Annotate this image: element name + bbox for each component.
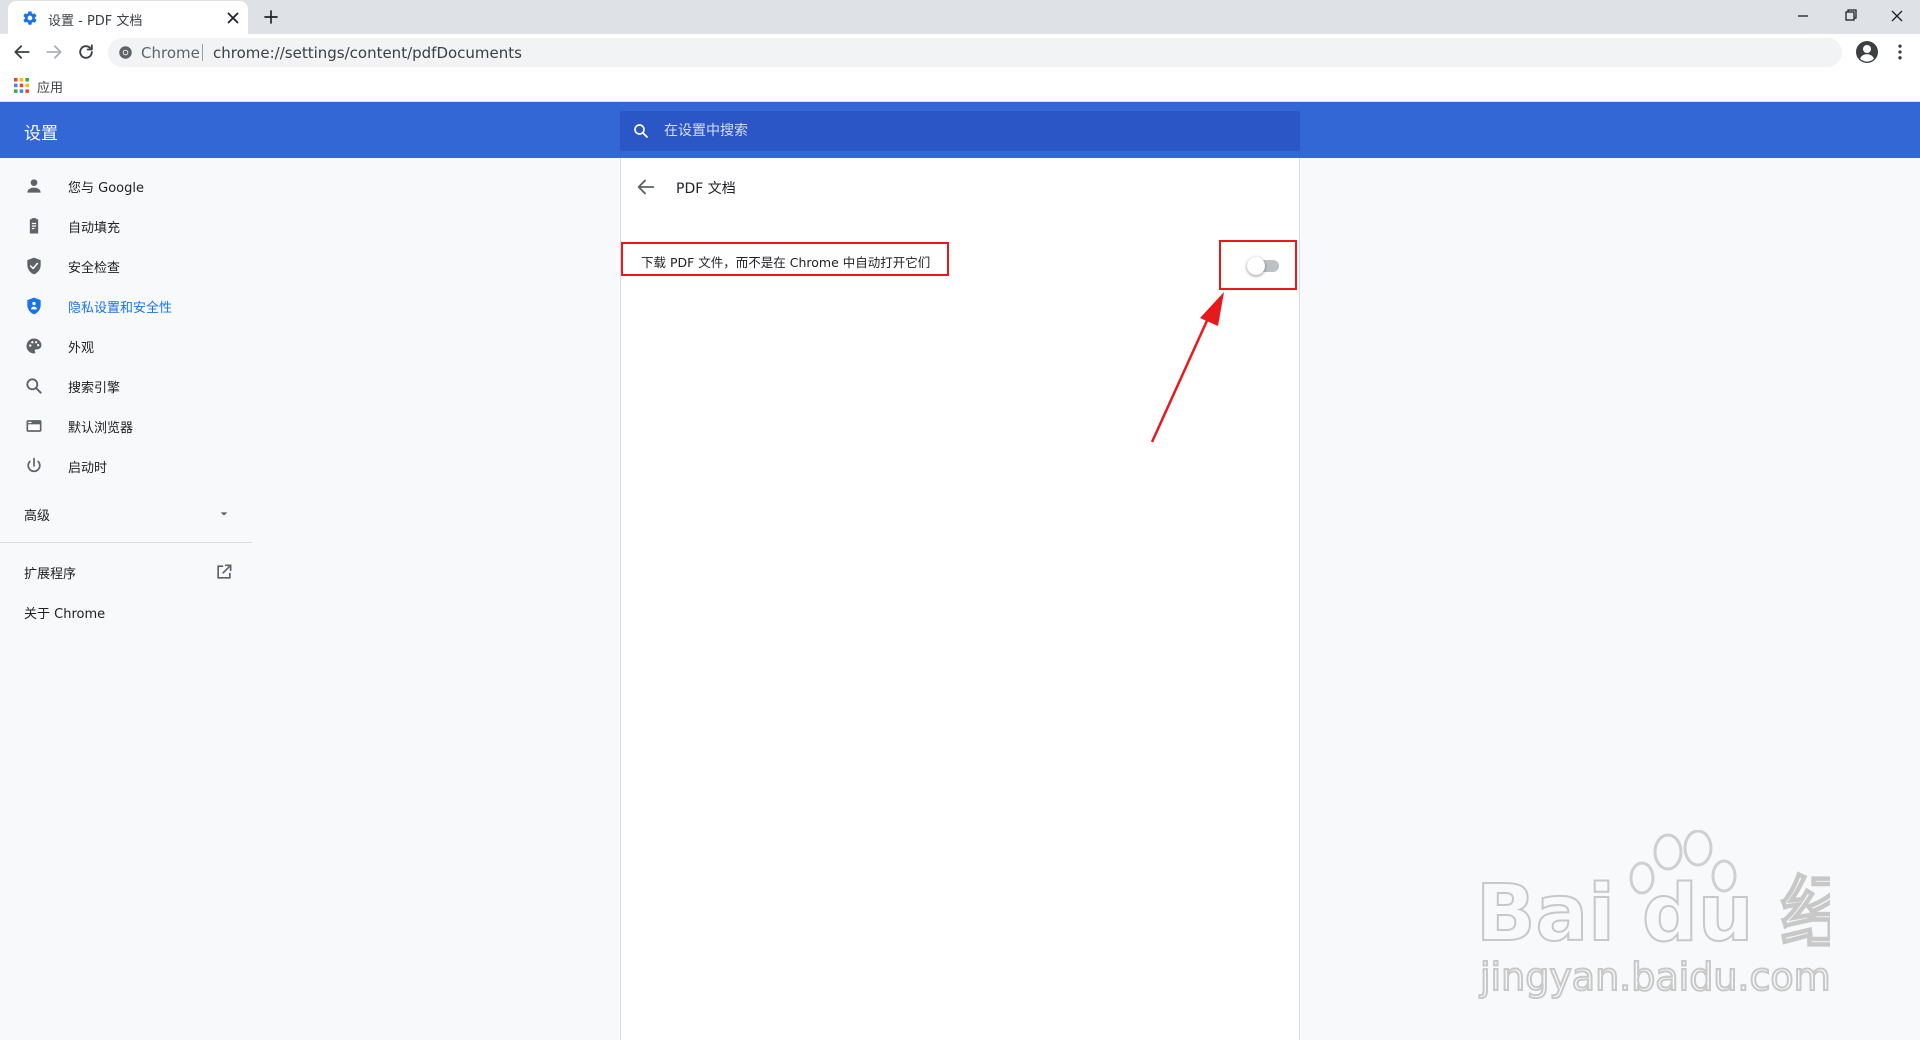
- annotation-arrow-icon: [1150, 292, 1224, 443]
- about-label: 关于 Chrome: [24, 607, 106, 622]
- search-icon: [26, 378, 42, 394]
- watermark-brand: Bai du 经验: [1476, 869, 1830, 959]
- sidebar-item-default-browser[interactable]: 默认浏览器: [0, 406, 252, 446]
- download-pdf-toggle[interactable]: [1247, 257, 1279, 275]
- sidebar-item-on-startup[interactable]: 启动时: [0, 446, 252, 486]
- settings-search-box[interactable]: [620, 111, 1300, 151]
- chrome-icon: [119, 46, 132, 59]
- omnibox-separator: [202, 44, 203, 61]
- sidebar-item-autofill[interactable]: 自动填充: [0, 206, 252, 246]
- tab-title: 设置 - PDF 文档: [48, 14, 143, 29]
- sidebar-item-about-chrome[interactable]: 关于 Chrome: [0, 592, 252, 632]
- dropdown-arrow-icon: [220, 512, 228, 516]
- extensions-label: 扩展程序: [24, 567, 77, 582]
- clipboard-icon: [29, 218, 39, 234]
- sidebar-item-search-engine[interactable]: 搜索引擎: [0, 366, 252, 406]
- url-text[interactable]: chrome://settings/content/pdfDocuments: [213, 44, 522, 62]
- settings-header: 设置: [0, 102, 1920, 158]
- search-icon: [634, 124, 648, 138]
- kebab-menu-icon[interactable]: [1890, 42, 1910, 62]
- apps-grid-icon[interactable]: [14, 78, 29, 93]
- tab-strip: 设置 - PDF 文档: [0, 0, 1920, 34]
- shield-check-icon: [27, 257, 41, 275]
- browser-window-icon: [26, 420, 42, 432]
- new-tab-plus-icon[interactable]: [262, 8, 280, 26]
- sidebar-item-advanced[interactable]: 高级: [0, 494, 252, 534]
- download-pdf-setting-row: 下载 PDF 文件，而不是在 Chrome 中自动打开它们: [621, 242, 949, 276]
- person-icon: [27, 179, 41, 193]
- restore-icon[interactable]: [1828, 4, 1874, 28]
- page-title-settings: 设置: [24, 124, 58, 144]
- sidebar-item-extensions[interactable]: 扩展程序: [0, 552, 252, 592]
- highlight-box: [1219, 240, 1297, 290]
- omnibox-chip: Chrome: [141, 44, 200, 62]
- settings-sidebar: 您与 Google 自动填充 安全检查 隐私设置和安全性 外观 搜索引擎 默认浏…: [0, 158, 252, 1040]
- toggle-knob: [1247, 257, 1265, 275]
- baidu-watermark-logo: Bai du 经验 jingyan.baidu.com: [1475, 830, 1830, 1000]
- forward-arrow-icon[interactable]: [44, 42, 64, 62]
- gear-icon: [23, 11, 37, 25]
- browser-toolbar: Chrome chrome://settings/content/pdfDocu…: [0, 34, 1920, 70]
- back-arrow-icon[interactable]: [635, 176, 657, 198]
- back-arrow-icon[interactable]: [12, 42, 32, 62]
- window-close-icon[interactable]: [1874, 4, 1920, 28]
- settings-search-input[interactable]: [664, 120, 1264, 142]
- omnibox[interactable]: Chrome chrome://settings/content/pdfDocu…: [108, 38, 1842, 67]
- profile-avatar-icon[interactable]: [1855, 40, 1879, 64]
- minimize-icon[interactable]: [1780, 4, 1826, 28]
- bookmarks-bar: 应用: [0, 70, 1920, 102]
- sidebar-divider: [0, 542, 252, 543]
- power-icon: [27, 457, 41, 473]
- apps-bookmark[interactable]: 应用: [37, 77, 63, 96]
- open-in-new-icon: [217, 564, 232, 579]
- palette-icon: [26, 338, 42, 354]
- page-title: PDF 文档: [676, 181, 736, 197]
- shield-privacy-icon: [27, 297, 41, 315]
- sidebar-item-appearance[interactable]: 外观: [0, 326, 252, 366]
- browser-tab[interactable]: 设置 - PDF 文档: [8, 1, 248, 34]
- sidebar-item-you-and-google[interactable]: 您与 Google: [0, 166, 252, 206]
- sidebar-item-safety-check[interactable]: 安全检查: [0, 246, 252, 286]
- advanced-label: 高级: [24, 509, 51, 524]
- sidebar-item-privacy-security[interactable]: 隐私设置和安全性: [0, 286, 252, 326]
- close-icon[interactable]: [224, 9, 242, 27]
- reload-icon[interactable]: [76, 42, 96, 62]
- watermark-url: jingyan.baidu.com: [1479, 955, 1830, 999]
- download-pdf-label: 下载 PDF 文件，而不是在 Chrome 中自动打开它们: [641, 255, 931, 270]
